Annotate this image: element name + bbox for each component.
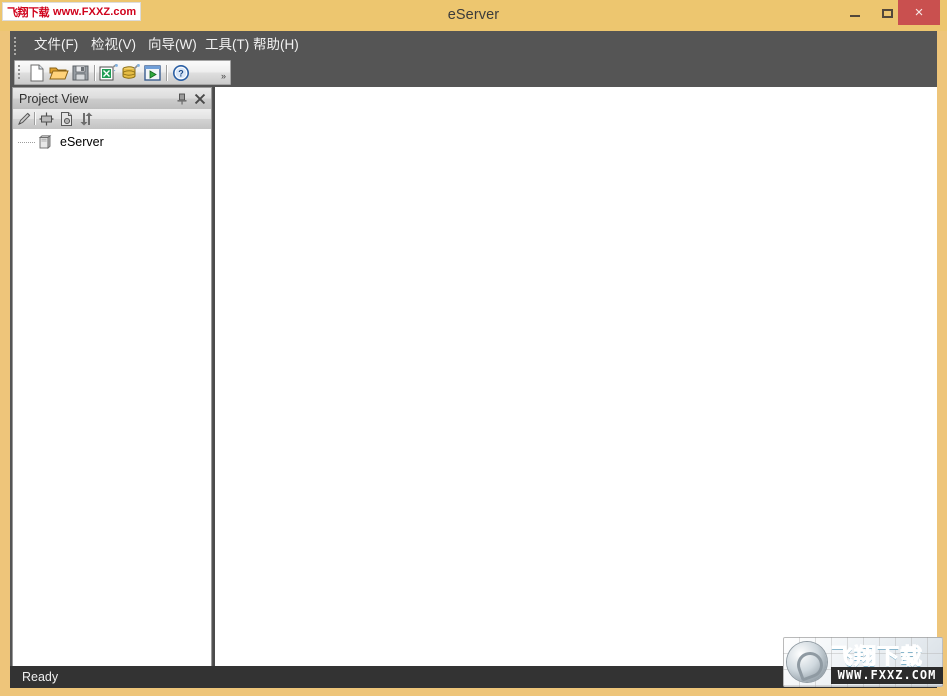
menu-bar: 文件(F) 检视(V) 向导(W) 工具(T) 帮助(H) <box>10 31 937 58</box>
panel-toolbar-separator <box>34 112 36 125</box>
excel-wizard-icon <box>99 63 118 81</box>
toolbar-overflow-button[interactable]: » <box>218 64 229 82</box>
window-title: eServer <box>447 7 500 23</box>
menu-item-wizard[interactable]: 向导(W) <box>142 31 203 58</box>
tree-item-label: eServer <box>60 135 104 149</box>
title-bar: eServer × <box>0 0 947 31</box>
toolbar-separator-2 <box>166 65 168 81</box>
status-message: Ready <box>22 670 59 684</box>
help-question-icon: ? <box>173 65 189 81</box>
close-button[interactable]: × <box>898 0 940 25</box>
watermark-logo-icon <box>787 642 827 682</box>
toolbar-separator-1 <box>94 65 96 81</box>
project-view-title: Project View <box>19 92 89 106</box>
watermark-bottom: 飞翔下载 WWW.FXXZ.COM <box>783 637 943 687</box>
run-play-icon <box>144 65 161 81</box>
main-toolbar: ? » <box>10 58 937 87</box>
new-file-button[interactable] <box>27 64 47 82</box>
help-button[interactable]: ? <box>172 64 192 82</box>
properties-button[interactable] <box>38 111 55 127</box>
panel-close-button[interactable] <box>193 92 207 106</box>
server-box-icon <box>37 134 53 150</box>
client-area: 文件(F) 检视(V) 向导(W) 工具(T) 帮助(H) ? » Projec… <box>10 31 937 686</box>
project-tree[interactable]: eServer <box>12 129 212 685</box>
tree-item-eserver[interactable]: eServer <box>13 133 211 151</box>
maximize-icon <box>882 9 893 18</box>
open-folder-button[interactable] <box>49 64 69 82</box>
project-view-panel: Project View eServer <box>11 87 213 686</box>
minimize-button[interactable] <box>840 0 870 25</box>
pin-button[interactable] <box>175 92 189 106</box>
pin-icon <box>177 93 187 105</box>
database-wizard-icon <box>122 63 140 79</box>
menu-item-file[interactable]: 文件(F) <box>28 31 84 58</box>
new-item-button[interactable] <box>58 111 75 127</box>
new-file-icon <box>30 64 44 82</box>
watermark-top-url-text: www.FXXZ.com <box>53 5 137 18</box>
menu-grip-handle[interactable] <box>14 37 17 55</box>
run-button[interactable] <box>143 64 163 82</box>
watermark-top-cn-text: 飞翔下载 <box>7 5 50 19</box>
open-folder-icon <box>49 67 69 80</box>
refresh-sync-icon <box>80 112 93 126</box>
minimize-icon <box>850 15 860 17</box>
new-document-icon <box>61 112 72 126</box>
project-view-caption-bar[interactable]: Project View <box>12 87 212 109</box>
svg-text:?: ? <box>178 69 184 79</box>
refresh-button[interactable] <box>78 111 95 127</box>
toolbar-grip-handle[interactable] <box>18 65 21 81</box>
edit-button[interactable] <box>16 111 33 127</box>
menu-item-view[interactable]: 检视(V) <box>85 31 142 58</box>
pencil-edit-icon <box>18 112 31 125</box>
tree-connector-line <box>13 133 37 151</box>
database-wizard-button[interactable] <box>121 63 141 82</box>
close-icon <box>194 93 206 105</box>
menu-item-help[interactable]: 帮助(H) <box>247 31 305 58</box>
watermark-bottom-url-text: WWW.FXXZ.COM <box>831 667 943 684</box>
mdi-workspace[interactable] <box>213 87 937 686</box>
data-wizard-button[interactable] <box>99 63 119 82</box>
watermark-top: 飞翔下载 www.FXXZ.com <box>2 2 142 21</box>
save-disk-icon <box>72 65 89 81</box>
close-icon: × <box>914 4 924 21</box>
application-window: eServer × 文件(F) 检视(V) 向导(W) 工具(T) 帮助(H) <box>0 0 947 696</box>
project-view-toolbar <box>12 109 212 129</box>
toolbar-strip: ? » <box>14 60 231 85</box>
save-button[interactable] <box>71 64 91 82</box>
properties-icon <box>39 112 54 126</box>
